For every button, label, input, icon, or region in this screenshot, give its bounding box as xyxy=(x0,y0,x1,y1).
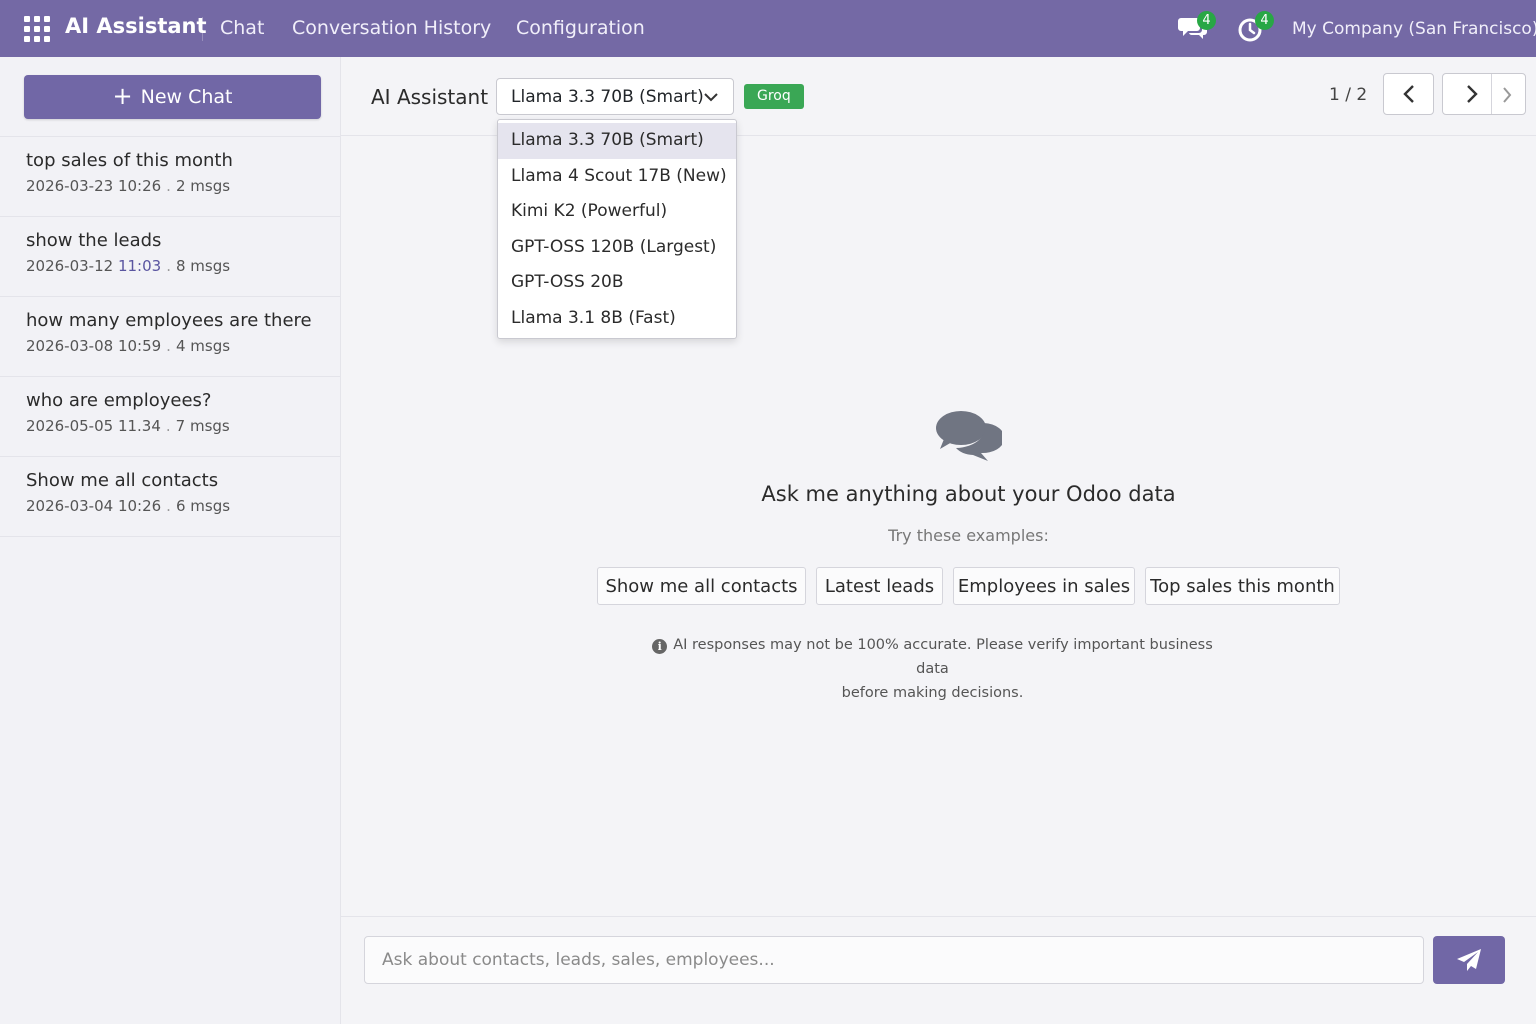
conversation-msg-count: 8 msgs xyxy=(175,257,231,275)
message-input[interactable] xyxy=(364,936,1424,984)
pager-previous-button[interactable] xyxy=(1383,73,1434,115)
conversation-meta: 2026-03-23 10:26. 2 msgs xyxy=(26,177,314,195)
chevron-down-icon xyxy=(704,93,718,102)
conversation-meta: 2026-03-08 10:59. 4 msgs xyxy=(26,337,314,355)
example-prompt-button[interactable]: Latest leads xyxy=(816,567,943,605)
conversation-item[interactable]: how many employees are there 2026-03-08 … xyxy=(0,297,340,377)
plus-icon: + xyxy=(112,82,133,110)
meta-separator: . xyxy=(166,177,171,195)
pager-counter: 1 / 2 xyxy=(1329,85,1368,105)
conversation-meta: 2026-03-12 11:03. 8 msgs xyxy=(26,257,314,275)
page-title: AI Assistant xyxy=(371,85,489,109)
model-select[interactable]: Llama 3.3 70B (Smart) xyxy=(496,78,734,115)
example-prompt-button[interactable]: Employees in sales xyxy=(953,567,1135,605)
activities-count-badge: 4 xyxy=(1255,11,1274,30)
conversation-title: show the leads xyxy=(26,230,162,251)
conversation-meta: 2026-05-05 11.34. 7 msgs xyxy=(26,417,314,435)
example-prompt-button[interactable]: Show me all contacts xyxy=(597,567,806,605)
new-chat-button[interactable]: + New Chat xyxy=(24,75,321,119)
conversation-date: 2026-03-08 10:59 xyxy=(26,337,162,355)
conversation-title: Show me all contacts xyxy=(26,470,219,491)
conversation-msg-count: 2 msgs xyxy=(175,177,231,195)
conversation-item[interactable]: show the leads 2026-03-12 11:03. 8 msgs xyxy=(0,217,340,297)
chevron-left-icon xyxy=(1402,85,1414,103)
chat-bubbles-icon xyxy=(936,411,1002,461)
pager-divider xyxy=(1491,74,1492,114)
conversation-msg-count: 7 msgs xyxy=(175,417,230,435)
send-icon xyxy=(1457,949,1481,971)
meta-separator: . xyxy=(165,417,171,435)
activities-button[interactable]: 4 xyxy=(1236,11,1274,44)
conversation-title: who are employees? xyxy=(26,390,212,411)
provider-badge: Groq xyxy=(744,84,804,109)
conversation-msg-count: 4 msgs xyxy=(175,337,231,355)
conversation-item[interactable]: Show me all contacts 2026-03-04 10:26. 6 … xyxy=(0,457,340,537)
company-switcher[interactable]: My Company (San Francisco) xyxy=(1292,19,1536,39)
conversation-date: 2026-05-05 11.34 xyxy=(26,417,161,435)
nav-link-conversation-history[interactable]: Conversation History xyxy=(292,17,491,39)
new-chat-label: New Chat xyxy=(140,86,233,108)
conversation-time: 11:03 xyxy=(117,257,162,275)
meta-separator: . xyxy=(166,257,171,275)
model-option[interactable]: Kimi K2 (Powerful) xyxy=(498,194,736,230)
conversation-item[interactable]: who are employees? 2026-05-05 11.34. 7 ms… xyxy=(0,377,340,457)
conversation-title: top sales of this month xyxy=(26,150,233,171)
model-select-value: Llama 3.3 70B (Smart) xyxy=(511,87,704,107)
meta-separator: . xyxy=(166,337,171,355)
messages-count-badge: 4 xyxy=(1197,11,1216,30)
meta-separator: . xyxy=(166,497,171,515)
model-dropdown-menu: Llama 3.3 70B (Smart) Llama 4 Scout 17B … xyxy=(497,119,737,339)
nav-divider xyxy=(202,17,203,41)
pager-next-button[interactable] xyxy=(1442,73,1526,115)
conversation-meta: 2026-03-04 10:26. 6 msgs xyxy=(26,497,314,515)
info-icon: i xyxy=(652,639,668,654)
nav-link-chat[interactable]: Chat xyxy=(220,17,264,39)
model-option[interactable]: Llama 4 Scout 17B (New) xyxy=(498,159,736,195)
model-option[interactable]: Llama 3.1 8B (Fast) xyxy=(498,301,736,337)
chevron-right-icon xyxy=(1467,85,1478,103)
conversation-date: 2026-03-23 10:26 xyxy=(26,177,162,195)
conversation-msg-count: 6 msgs xyxy=(175,497,231,515)
disclaimer-line-2: before making decisions. xyxy=(841,685,1024,701)
model-option[interactable]: GPT-OSS 120B (Largest) xyxy=(498,230,736,266)
apps-grid-icon[interactable] xyxy=(24,16,50,42)
conversation-sidebar: + New Chat top sales of this month 2026-… xyxy=(0,57,341,1024)
empty-state-subtitle: Try these examples: xyxy=(888,526,1049,545)
model-option[interactable]: GPT-OSS 20B xyxy=(498,265,736,301)
chevron-right-icon xyxy=(1503,87,1512,103)
example-prompt-button[interactable]: Top sales this month xyxy=(1145,567,1340,605)
app-brand[interactable]: AI Assistant xyxy=(65,14,207,38)
conversation-date: 2026-03-12 xyxy=(26,257,114,275)
disclaimer-line-1: AI responses may not be 100% accurate. P… xyxy=(673,637,1213,677)
conversation-date: 2026-03-04 10:26 xyxy=(26,497,162,515)
conversation-item[interactable]: top sales of this month 2026-03-23 10:26… xyxy=(0,137,340,217)
top-navbar: AI Assistant Chat Conversation History C… xyxy=(0,0,1536,57)
conversation-title: how many employees are there xyxy=(26,310,312,331)
conversation-list: top sales of this month 2026-03-23 10:26… xyxy=(0,136,340,537)
model-option[interactable]: Llama 3.3 70B (Smart) xyxy=(498,123,736,159)
messages-button[interactable]: 4 xyxy=(1178,11,1216,44)
nav-link-configuration[interactable]: Configuration xyxy=(516,17,645,39)
message-composer xyxy=(341,916,1536,1024)
send-button[interactable] xyxy=(1433,936,1505,984)
ai-disclaimer: i AI responses may not be 100% accurate. … xyxy=(640,633,1225,705)
empty-state-title: Ask me anything about your Odoo data xyxy=(761,482,1176,506)
